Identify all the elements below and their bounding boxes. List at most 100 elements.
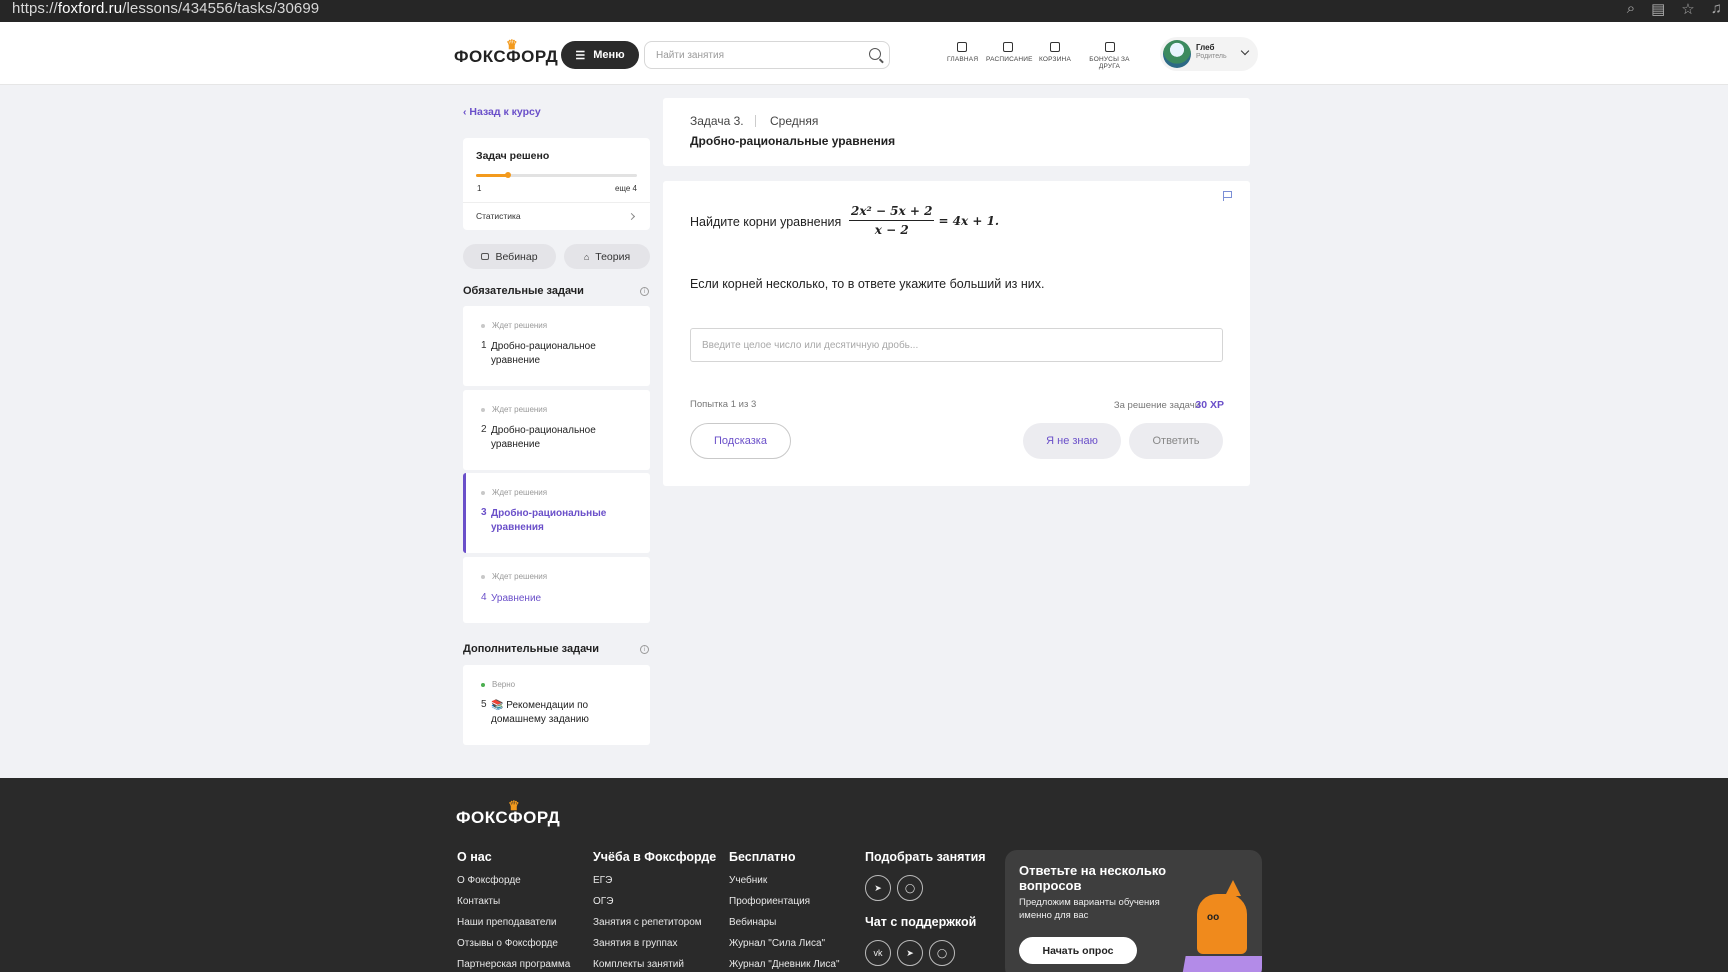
task-status: Ждет решения xyxy=(492,572,548,581)
task-number: 1 xyxy=(481,340,487,351)
dont-know-button[interactable]: Я не знаю xyxy=(1023,423,1121,459)
support-social-row: vk ➤ ◯ xyxy=(865,940,986,966)
footer-link[interactable]: Наши преподаватели xyxy=(457,917,570,938)
video-icon xyxy=(481,253,490,260)
reader-icon[interactable]: ▤ xyxy=(1651,0,1665,18)
search-icon[interactable] xyxy=(869,48,881,60)
footer-link[interactable]: ОГЭ xyxy=(593,896,716,917)
task-title: Дробно-рациональное уравнение xyxy=(491,425,596,450)
nav-bonuses[interactable]: БОНУСЫ ЗА ДРУГА xyxy=(1081,42,1138,70)
vk-icon[interactable]: vk xyxy=(865,940,891,966)
footer-col-title: Бесплатно xyxy=(729,850,796,864)
telegram-icon[interactable]: ➤ xyxy=(897,940,923,966)
reward-label: За решение задачи xyxy=(1113,400,1200,411)
url-path: /lessons/434556/tasks/30699 xyxy=(122,0,320,17)
progress-bar xyxy=(476,172,637,178)
flag-icon[interactable] xyxy=(1223,191,1232,201)
info-icon[interactable]: i xyxy=(640,287,649,296)
nav-home[interactable]: ГЛАВНАЯ xyxy=(947,42,978,63)
footer-link[interactable]: Учебник xyxy=(729,875,840,896)
support-chat-title: Чат с поддержкой xyxy=(865,915,977,929)
status-dot xyxy=(481,408,485,412)
progress-knob xyxy=(505,172,512,178)
task-item-2[interactable]: Ждет решения 2 Дробно-рациональное уравн… xyxy=(463,390,650,470)
browser-address-bar[interactable]: https://foxford.ru/lessons/434556/tasks/… xyxy=(0,0,1728,22)
chevron-right-icon[interactable] xyxy=(627,212,636,221)
task-item-4[interactable]: Ждет решения 4 Уравнение xyxy=(463,557,650,623)
info-icon[interactable]: i xyxy=(640,645,649,654)
footer: ♛ ФОКСФОРД О нас О Фоксфорде Контакты На… xyxy=(0,778,1728,972)
back-to-course-link[interactable]: ‹ Назад к курсу xyxy=(463,106,541,118)
footer-link[interactable]: Журнал "Сила Лиса" xyxy=(729,938,840,959)
site-header: ♛ ФОКСФОРД ☰ Меню ГЛАВНАЯ РАСПИСАНИЕ КОР… xyxy=(0,22,1728,85)
user-name: Глеб xyxy=(1196,43,1215,52)
task-number: 5 xyxy=(481,699,487,710)
chat-icon[interactable]: ◯ xyxy=(897,875,923,901)
progress-solved-count: 1 xyxy=(477,184,482,193)
box-illustration xyxy=(1180,956,1262,972)
fraction-numerator: 2x² − 5x + 2 xyxy=(849,204,935,221)
status-dot xyxy=(481,575,485,579)
footer-logo[interactable]: ♛ ФОКСФОРД xyxy=(456,798,560,828)
webinar-button[interactable]: Вебинар xyxy=(463,244,556,269)
fraction-denominator: x − 2 xyxy=(874,223,909,237)
theory-button[interactable]: ⌂ Теория xyxy=(564,244,650,269)
nav-schedule[interactable]: РАСПИСАНИЕ xyxy=(986,42,1033,63)
survey-title: Ответьте на несколько вопросов xyxy=(1019,863,1167,893)
cart-icon xyxy=(1050,42,1060,52)
task-number: 2 xyxy=(481,424,487,435)
progress-title: Задач решено xyxy=(476,150,550,162)
statistics-link[interactable]: Статистика xyxy=(476,211,521,221)
footer-link[interactable]: Комплекты занятий xyxy=(593,959,716,972)
zoom-icon[interactable]: ⌕ xyxy=(1627,0,1635,18)
task-item-5[interactable]: Верно 5 📚 Рекомендации по домашнему зада… xyxy=(463,665,650,745)
footer-col-about: О нас О Фоксфорде Контакты Наши преподав… xyxy=(457,850,570,972)
answer-input[interactable] xyxy=(702,330,1212,360)
footer-link[interactable]: Вебинары xyxy=(729,917,840,938)
browser-url[interactable]: https://foxford.ru/lessons/434556/tasks/… xyxy=(12,0,319,17)
footer-link[interactable]: Занятия с репетитором xyxy=(593,917,716,938)
graduation-cap-icon: ⌂ xyxy=(583,251,590,262)
home-icon xyxy=(957,42,967,52)
nav-cart[interactable]: КОРЗИНА xyxy=(1039,42,1071,63)
footer-link[interactable]: Партнерская программа xyxy=(457,959,570,972)
hint-button[interactable]: Подсказка xyxy=(690,423,791,459)
status-dot xyxy=(481,491,485,495)
fox-glasses: oo xyxy=(1207,912,1220,923)
nav-cart-label: КОРЗИНА xyxy=(1039,56,1071,63)
footer-link[interactable]: О Фоксфорде xyxy=(457,875,570,896)
telegram-icon[interactable]: ➤ xyxy=(865,875,891,901)
reward-xp: 30 XP xyxy=(1195,399,1224,411)
task-number: 4 xyxy=(481,592,487,603)
task-name: Дробно-рациональные уравнения xyxy=(690,134,896,148)
task-status: Ждет решения xyxy=(492,488,548,497)
footer-link[interactable]: Отзывы о Фоксфорде xyxy=(457,938,570,959)
attempts-counter: Попытка 1 из 3 xyxy=(690,399,757,410)
nav-schedule-label: РАСПИСАНИЕ xyxy=(986,56,1033,63)
menu-button[interactable]: ☰ Меню xyxy=(561,41,639,69)
footer-link[interactable]: Контакты xyxy=(457,896,570,917)
equation-rhs: = 4x + 1. xyxy=(938,213,1000,228)
chat-icon[interactable]: ◯ xyxy=(929,940,955,966)
star-icon[interactable]: ☆ xyxy=(1681,0,1694,18)
footer-link[interactable]: Журнал "Дневник Лиса" xyxy=(729,959,840,972)
media-icon[interactable]: ♫ xyxy=(1711,0,1722,18)
start-survey-button[interactable]: Начать опрос xyxy=(1019,937,1137,964)
submit-answer-button[interactable]: Ответить xyxy=(1129,423,1223,459)
list-icon: ☰ xyxy=(575,49,586,62)
footer-link[interactable]: Профориентация xyxy=(729,896,840,917)
footer-col-title: Учёба в Фоксфорде xyxy=(593,850,717,864)
user-menu[interactable]: Глеб Родитель xyxy=(1160,37,1258,71)
pick-social-row: ➤ ◯ xyxy=(865,875,986,901)
task-status: Ждет решения xyxy=(492,321,548,330)
search-box xyxy=(644,41,890,69)
logo[interactable]: ♛ ФОКСФОРД xyxy=(454,37,558,67)
task-item-1[interactable]: Ждет решения 1 Дробно-рациональное уравн… xyxy=(463,306,650,386)
footer-link[interactable]: Занятия в группах xyxy=(593,938,716,959)
task-status: Верно xyxy=(492,680,516,689)
search-input[interactable] xyxy=(656,43,856,67)
footer-link[interactable]: ЕГЭ xyxy=(593,875,716,896)
footer-col-title: О нас xyxy=(457,850,492,864)
task-item-3[interactable]: Ждет решения 3 Дробно-рациональные уравн… xyxy=(463,473,650,553)
survey-banner: Ответьте на несколько вопросов Предложим… xyxy=(1005,850,1262,972)
